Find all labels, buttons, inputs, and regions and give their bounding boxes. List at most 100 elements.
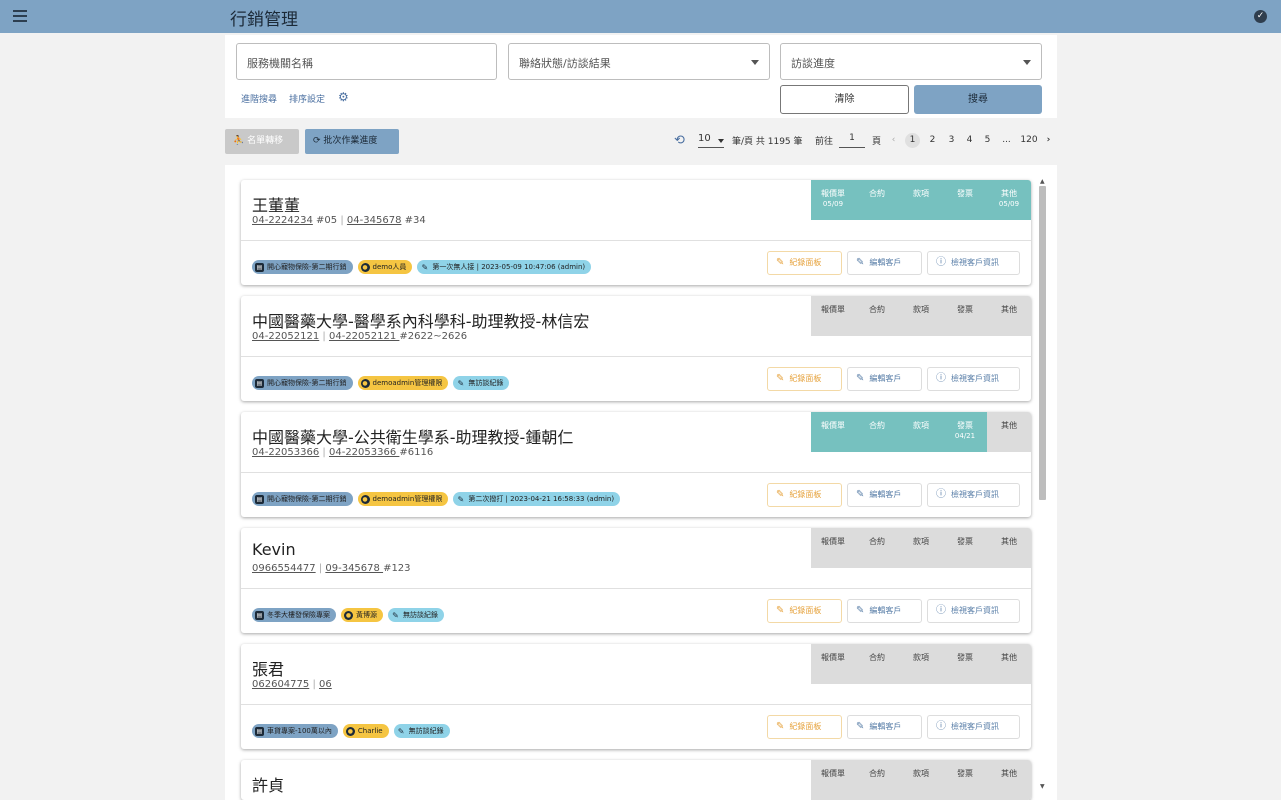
record-chip[interactable]: ✎ 第一次無人接 | 2023-05-09 10:47:06 (admin): [417, 260, 592, 274]
contact-status-select[interactable]: 聯絡狀態/訪談結果: [508, 43, 770, 80]
prev-page-button[interactable]: ‹: [886, 133, 901, 148]
status-cell[interactable]: 款項: [899, 180, 943, 220]
record-chip[interactable]: ✎ 第二次撥打 | 2023-04-21 16:58:33 (admin): [453, 492, 621, 506]
status-cell[interactable]: 合約: [855, 528, 899, 568]
refresh-icon[interactable]: ⟲: [674, 133, 685, 148]
status-cell[interactable]: 其他: [987, 296, 1031, 336]
phone-link[interactable]: 062604775: [252, 679, 309, 690]
project-chip[interactable]: ▤ 開心寵物保險-第二期行銷: [252, 260, 353, 274]
status-cell[interactable]: 款項: [899, 528, 943, 568]
move-list-button[interactable]: ⛹ 名單轉移: [225, 129, 299, 154]
project-chip[interactable]: ▤ 開心寵物保險-第二期行銷: [252, 492, 353, 506]
scroll-up-icon[interactable]: ▲: [1040, 178, 1045, 185]
record-panel-button[interactable]: ✎ 紀錄面板: [767, 599, 842, 623]
user-chip[interactable]: ● 黃博源: [341, 608, 383, 622]
view-customer-button[interactable]: ⓘ 檢視客戶資訊: [927, 483, 1020, 507]
user-chip[interactable]: ● demoadmin管理權限: [357, 492, 449, 506]
phone-link[interactable]: 04-2224234: [252, 215, 313, 226]
status-cell[interactable]: 合約: [855, 760, 899, 800]
customer-name[interactable]: 中國醫藥大學-醫學系內科學科-助理教授-林信宏: [252, 308, 589, 332]
record-chip[interactable]: ✎ 無訪談紀錄: [393, 724, 450, 738]
sort-settings-link[interactable]: 排序設定: [289, 92, 325, 105]
status-cell[interactable]: 發票: [943, 644, 987, 684]
status-cell[interactable]: 發票: [943, 760, 987, 800]
status-cell[interactable]: 合約: [855, 296, 899, 336]
phone-link[interactable]: 04-345678: [347, 215, 402, 226]
customer-name[interactable]: 中國醫藥大學-公共衛生學系-助理教授-鍾朝仁: [252, 424, 573, 448]
status-cell[interactable]: 其他: [987, 528, 1031, 568]
status-cell[interactable]: 款項: [899, 412, 943, 452]
edit-customer-button[interactable]: ✎ 編輯客戶: [847, 483, 922, 507]
edit-customer-button[interactable]: ✎ 編輯客戶: [847, 599, 922, 623]
customer-name[interactable]: 張君: [252, 656, 284, 680]
record-panel-button[interactable]: ✎ 紀錄面板: [767, 367, 842, 391]
progress-select[interactable]: 訪談進度: [780, 43, 1042, 80]
next-page-button[interactable]: ›: [1041, 133, 1056, 148]
status-cell[interactable]: 報價單: [811, 644, 855, 684]
gear-icon[interactable]: ⚙: [338, 90, 349, 104]
status-cell[interactable]: 合約: [855, 180, 899, 220]
status-cell[interactable]: 報價單: [811, 760, 855, 800]
project-chip[interactable]: ▤ 車貸專案-100萬以內: [252, 724, 338, 738]
phone-link[interactable]: 06: [319, 679, 332, 690]
page-button[interactable]: 3: [944, 133, 959, 148]
customer-name[interactable]: 許貞: [252, 772, 284, 796]
status-cell[interactable]: 合約: [855, 412, 899, 452]
check-circle-icon[interactable]: ✓: [1254, 10, 1267, 23]
view-customer-button[interactable]: ⓘ 檢視客戶資訊: [927, 599, 1020, 623]
record-panel-button[interactable]: ✎ 紀錄面板: [767, 483, 842, 507]
record-panel-button[interactable]: ✎ 紀錄面板: [767, 251, 842, 275]
record-chip[interactable]: ✎ 無訪談紀錄: [388, 608, 444, 622]
batch-progress-button[interactable]: ⟳ 批次作業進度: [305, 129, 399, 154]
advanced-search-link[interactable]: 進階搜尋: [241, 92, 277, 105]
project-chip[interactable]: ▤ 冬季大樓發保險專案: [252, 608, 336, 622]
view-customer-button[interactable]: ⓘ 檢視客戶資訊: [927, 251, 1020, 275]
user-chip[interactable]: ● demo人員: [357, 260, 413, 274]
status-cell[interactable]: 發票: [943, 296, 987, 336]
status-cell[interactable]: 其他: [987, 412, 1031, 452]
edit-customer-button[interactable]: ✎ 編輯客戶: [847, 367, 922, 391]
view-customer-button[interactable]: ⓘ 檢視客戶資訊: [927, 715, 1020, 739]
status-cell[interactable]: 款項: [899, 644, 943, 684]
goto-page-input[interactable]: 1: [839, 133, 865, 148]
status-cell[interactable]: 報價單: [811, 528, 855, 568]
status-cell[interactable]: 報價單: [811, 296, 855, 336]
record-panel-button[interactable]: ✎ 紀錄面板: [767, 715, 842, 739]
clear-button[interactable]: 清除: [780, 85, 909, 114]
status-cell[interactable]: 其他: [987, 760, 1031, 800]
status-cell[interactable]: 發票: [943, 180, 987, 220]
page-button[interactable]: 1: [905, 133, 920, 148]
phone-link[interactable]: 04-22053366: [252, 447, 319, 458]
page-button[interactable]: 2: [925, 133, 940, 148]
status-cell[interactable]: 合約: [855, 644, 899, 684]
page-button[interactable]: 120: [1018, 133, 1040, 148]
phone-link[interactable]: 04-22052121: [329, 331, 399, 342]
customer-name[interactable]: Kevin: [252, 540, 296, 559]
project-chip[interactable]: ▤ 開心寵物保險-第二期行銷: [252, 376, 353, 390]
phone-link[interactable]: 04-22052121: [252, 331, 319, 342]
scrollbar-thumb[interactable]: [1039, 186, 1046, 500]
status-cell[interactable]: 發票: [943, 528, 987, 568]
menu-icon[interactable]: [13, 10, 27, 22]
page-button[interactable]: 4: [962, 133, 977, 148]
scroll-down-icon[interactable]: ▼: [1040, 783, 1045, 790]
status-cell[interactable]: 報價單: [811, 412, 855, 452]
user-chip[interactable]: ● demoadmin管理權限: [357, 376, 449, 390]
status-cell[interactable]: 款項: [899, 296, 943, 336]
phone-link[interactable]: 0966554477: [252, 563, 316, 574]
status-cell[interactable]: 款項: [899, 760, 943, 800]
record-chip[interactable]: ✎ 無訪談紀錄: [453, 376, 510, 390]
view-customer-button[interactable]: ⓘ 檢視客戶資訊: [927, 367, 1020, 391]
scrollbar[interactable]: ▲ ▼: [1038, 178, 1047, 790]
edit-customer-button[interactable]: ✎ 編輯客戶: [847, 715, 922, 739]
search-button[interactable]: 搜尋: [914, 85, 1042, 114]
page-button[interactable]: 5: [980, 133, 995, 148]
user-chip[interactable]: ● Charlie: [342, 724, 389, 738]
customer-name[interactable]: 王董董: [252, 192, 300, 216]
page-size-select[interactable]: 10: [698, 133, 724, 148]
edit-customer-button[interactable]: ✎ 編輯客戶: [847, 251, 922, 275]
status-cell[interactable]: 其他: [987, 644, 1031, 684]
phone-link[interactable]: 09-345678: [325, 563, 383, 574]
phone-link[interactable]: 04-22053366: [329, 447, 399, 458]
status-cell[interactable]: 其他 05/09: [987, 180, 1031, 220]
